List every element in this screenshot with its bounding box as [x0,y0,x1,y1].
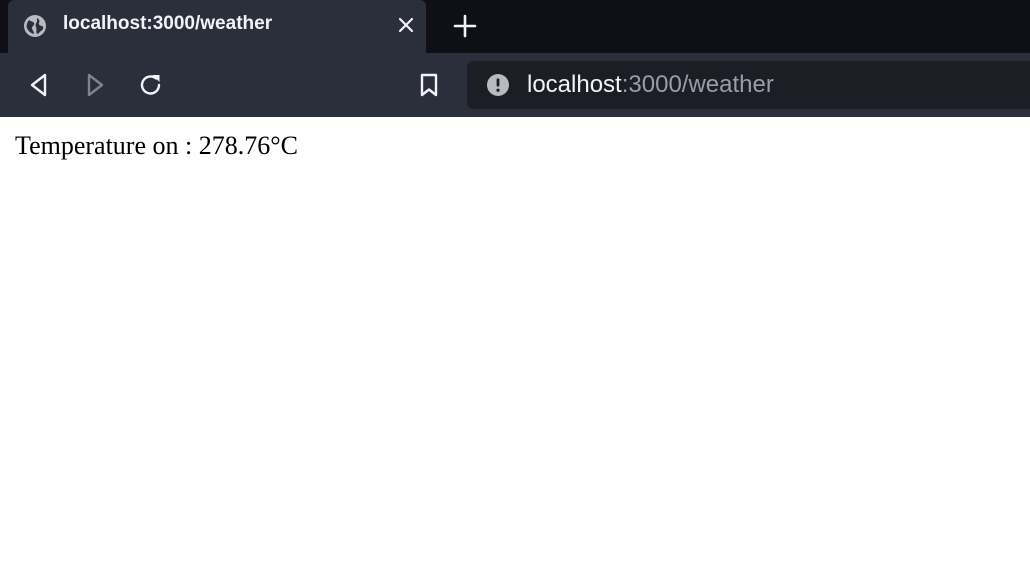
tab-title: localhost:3000/weather [63,13,273,34]
tab-active[interactable]: localhost:3000/weather [8,0,426,53]
close-icon[interactable] [397,16,415,34]
tab-strip: localhost:3000/weather [0,0,1030,53]
url-host: localhost [527,71,622,98]
temperature-text: Temperature on : 278.76°C [15,131,298,160]
url-text[interactable]: localhost:3000/weather [527,71,774,99]
info-icon[interactable] [486,73,510,97]
globe-icon [23,14,47,38]
url-path: :3000/weather [621,71,774,98]
back-button[interactable] [24,70,54,100]
new-tab-button[interactable] [452,13,478,39]
reload-icon [140,75,161,95]
bookmark-icon [420,73,438,97]
address-bar[interactable]: localhost:3000/weather [467,61,1030,109]
browser-window: localhost:3000/weather localhost:3000/we… [0,0,1030,586]
reload-button[interactable] [136,70,166,100]
bookmark-button[interactable] [414,70,444,100]
forward-arrow-icon [87,73,104,97]
navigation-toolbar: localhost:3000/weather [0,53,1030,117]
forward-button[interactable] [80,70,110,100]
page-content: Temperature on : 278.76°C [0,117,1030,586]
back-arrow-icon [30,73,47,97]
